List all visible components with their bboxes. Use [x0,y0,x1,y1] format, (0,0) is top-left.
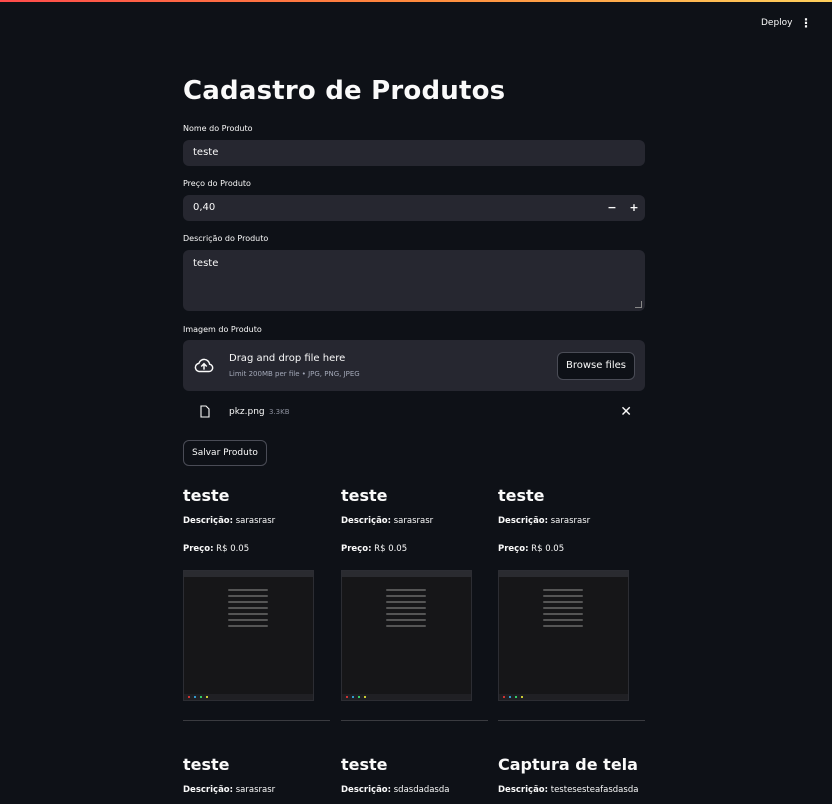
name-input-value: teste [193,147,219,158]
card-divider [498,720,645,721]
product-image [183,570,314,701]
description-label: Descrição do Produto [183,234,269,243]
product-description: Descrição: sdasdadasda [341,785,450,795]
browse-files-button[interactable]: Browse files [556,352,635,380]
dropzone-hint: Limit 200MB per file • JPG, PNG, JPEG [229,370,360,378]
name-input[interactable]: teste [183,140,645,166]
remove-file-icon[interactable]: ✕ [620,404,632,420]
product-description: Descrição: sarasrasr [341,516,434,526]
uploaded-file-row: pkz.png 3.3KB ✕ [183,402,645,424]
product-name: Captura de tela [498,755,638,774]
product-description: Descrição: testesesteafasdasda [498,785,639,795]
product-description: Descrição: sarasrasr [183,516,276,526]
description-textarea[interactable]: teste [183,250,645,311]
product-price: Preço: R$ 0.05 [341,544,408,554]
price-input-value: 0,40 [193,202,216,213]
product-name: teste [341,755,388,774]
product-image [498,570,629,701]
product-name: teste [498,486,545,505]
product-description: Descrição: sarasrasr [183,785,276,795]
price-label: Preço do Produto [183,179,251,188]
dropzone-title: Drag and drop file here [229,353,346,364]
increment-button[interactable]: + [623,195,645,221]
image-label: Imagem do Produto [183,325,262,334]
product-description: Descrição: sarasrasr [498,516,591,526]
deploy-button[interactable]: Deploy [755,14,799,32]
file-icon [200,405,210,418]
name-label: Nome do Produto [183,124,253,133]
kebab-menu-icon[interactable]: ⋮ [798,14,814,32]
cloud-upload-icon [194,358,214,373]
product-name: teste [183,486,230,505]
resize-handle-icon[interactable] [635,301,642,308]
product-image [341,570,472,701]
uploaded-file-name: pkz.png [229,407,265,417]
price-input[interactable]: 0,40 − + [183,195,645,221]
product-name: teste [341,486,388,505]
product-name: teste [183,755,230,774]
uploaded-file-size: 3.3KB [269,408,290,416]
file-dropzone[interactable]: Drag and drop file here Limit 200MB per … [183,340,645,391]
top-accent-bar [0,0,832,2]
page-title: Cadastro de Produtos [183,76,506,106]
description-textarea-value: teste [193,258,219,269]
card-divider [183,720,330,721]
price-stepper: − + [601,195,645,221]
save-product-button[interactable]: Salvar Produto [183,440,267,466]
product-price: Preço: R$ 0.05 [498,544,565,554]
product-price: Preço: R$ 0.05 [183,544,250,554]
card-divider [341,720,488,721]
decrement-button[interactable]: − [601,195,623,221]
